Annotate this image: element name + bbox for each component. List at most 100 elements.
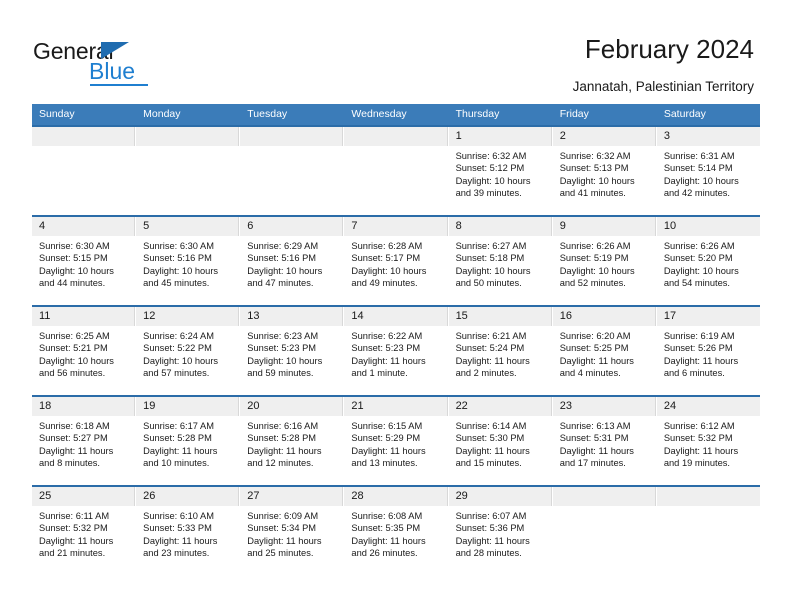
day-cell[interactable]: 25 Sunrise: 6:11 AM Sunset: 5:32 PM Dayl… bbox=[32, 487, 137, 575]
sunset-text: Sunset: 5:21 PM bbox=[39, 343, 108, 354]
calendar-week-row: 25 Sunrise: 6:11 AM Sunset: 5:32 PM Dayl… bbox=[32, 485, 760, 575]
day-cell[interactable]: 22 Sunrise: 6:14 AM Sunset: 5:30 PM Dayl… bbox=[448, 397, 553, 485]
calendar-table: Sunday Monday Tuesday Wednesday Thursday… bbox=[32, 104, 760, 575]
day-cell[interactable]: 21 Sunrise: 6:15 AM Sunset: 5:29 PM Dayl… bbox=[344, 397, 449, 485]
daylight-text-line1: Daylight: 11 hours bbox=[559, 445, 634, 456]
day-cell[interactable]: 7 Sunrise: 6:28 AM Sunset: 5:17 PM Dayli… bbox=[344, 217, 449, 305]
day-details: Sunrise: 6:26 AM Sunset: 5:19 PM Dayligh… bbox=[553, 236, 656, 290]
day-details: Sunrise: 6:18 AM Sunset: 5:27 PM Dayligh… bbox=[32, 416, 135, 470]
sunrise-text: Sunrise: 6:10 AM bbox=[143, 511, 214, 521]
day-cell[interactable] bbox=[344, 127, 449, 215]
page-header: General Blue February 2024 Jannatah, Pal… bbox=[0, 0, 792, 104]
day-cell[interactable]: 6 Sunrise: 6:29 AM Sunset: 5:16 PM Dayli… bbox=[240, 217, 345, 305]
day-cell[interactable]: 2 Sunrise: 6:32 AM Sunset: 5:13 PM Dayli… bbox=[552, 127, 657, 215]
day-details: Sunrise: 6:24 AM Sunset: 5:22 PM Dayligh… bbox=[136, 326, 239, 380]
day-cell[interactable]: 29 Sunrise: 6:07 AM Sunset: 5:36 PM Dayl… bbox=[448, 487, 553, 575]
sunset-text: Sunset: 5:23 PM bbox=[247, 343, 317, 354]
day-cell[interactable]: 15 Sunrise: 6:21 AM Sunset: 5:24 PM Dayl… bbox=[448, 307, 553, 395]
day-cell[interactable]: 26 Sunrise: 6:10 AM Sunset: 5:33 PM Dayl… bbox=[136, 487, 241, 575]
day-cell[interactable]: 28 Sunrise: 6:08 AM Sunset: 5:35 PM Dayl… bbox=[344, 487, 449, 575]
day-details: Sunrise: 6:32 AM Sunset: 5:12 PM Dayligh… bbox=[449, 146, 552, 200]
day-cell[interactable]: 3 Sunrise: 6:31 AM Sunset: 5:14 PM Dayli… bbox=[656, 127, 760, 215]
day-cell[interactable]: 12 Sunrise: 6:24 AM Sunset: 5:22 PM Dayl… bbox=[136, 307, 241, 395]
day-cell[interactable]: 19 Sunrise: 6:17 AM Sunset: 5:28 PM Dayl… bbox=[136, 397, 241, 485]
day-number: 15 bbox=[448, 307, 552, 326]
day-cell[interactable]: 13 Sunrise: 6:23 AM Sunset: 5:23 PM Dayl… bbox=[240, 307, 345, 395]
day-cell[interactable]: 1 Sunrise: 6:32 AM Sunset: 5:12 PM Dayli… bbox=[448, 127, 553, 215]
sunset-text: Sunset: 5:26 PM bbox=[663, 343, 733, 354]
daylight-text-line1: Daylight: 11 hours bbox=[663, 445, 739, 456]
sunrise-text: Sunrise: 6:11 AM bbox=[39, 511, 110, 521]
sunset-text: Sunset: 5:36 PM bbox=[455, 523, 525, 534]
day-cell[interactable]: 16 Sunrise: 6:20 AM Sunset: 5:25 PM Dayl… bbox=[552, 307, 657, 395]
day-cell[interactable]: 27 Sunrise: 6:09 AM Sunset: 5:34 PM Dayl… bbox=[240, 487, 345, 575]
day-number: 11 bbox=[32, 307, 136, 326]
brand-underline bbox=[90, 84, 148, 86]
day-details bbox=[240, 146, 343, 150]
sunset-text: Sunset: 5:14 PM bbox=[663, 163, 733, 174]
daylight-text-line2: and 10 minutes. bbox=[143, 458, 210, 469]
brand-logo[interactable]: General Blue bbox=[33, 38, 213, 86]
sunrise-text: Sunrise: 6:30 AM bbox=[39, 241, 110, 251]
day-details: Sunrise: 6:25 AM Sunset: 5:21 PM Dayligh… bbox=[32, 326, 135, 380]
page-title: February 2024 bbox=[584, 34, 754, 64]
daylight-text-line1: Daylight: 11 hours bbox=[351, 445, 426, 456]
day-cell[interactable]: 8 Sunrise: 6:27 AM Sunset: 5:18 PM Dayli… bbox=[448, 217, 553, 305]
sunrise-text: Sunrise: 6:32 AM bbox=[559, 151, 631, 161]
day-cell[interactable]: 24 Sunrise: 6:12 AM Sunset: 5:32 PM Dayl… bbox=[656, 397, 760, 485]
day-cell[interactable] bbox=[136, 127, 241, 215]
day-number: 26 bbox=[136, 487, 240, 506]
sunrise-text: Sunrise: 6:25 AM bbox=[39, 331, 110, 341]
day-cell[interactable]: 5 Sunrise: 6:30 AM Sunset: 5:16 PM Dayli… bbox=[136, 217, 241, 305]
day-cell[interactable] bbox=[552, 487, 657, 575]
day-number: 24 bbox=[656, 397, 760, 416]
daylight-text-line1: Daylight: 10 hours bbox=[39, 265, 114, 276]
day-number: 21 bbox=[344, 397, 448, 416]
sunset-text: Sunset: 5:30 PM bbox=[455, 433, 525, 444]
day-number: 6 bbox=[240, 217, 344, 236]
day-details bbox=[136, 146, 239, 150]
daylight-text-line1: Daylight: 10 hours bbox=[143, 355, 219, 366]
daylight-text-line1: Daylight: 10 hours bbox=[559, 265, 635, 276]
brand-name-blue: Blue bbox=[89, 58, 136, 84]
daylight-text-line2: and 25 minutes. bbox=[247, 548, 314, 559]
daylight-text-line1: Daylight: 11 hours bbox=[351, 355, 426, 366]
day-cell[interactable]: 20 Sunrise: 6:16 AM Sunset: 5:28 PM Dayl… bbox=[240, 397, 345, 485]
day-details: Sunrise: 6:32 AM Sunset: 5:13 PM Dayligh… bbox=[553, 146, 656, 200]
day-cell[interactable]: 9 Sunrise: 6:26 AM Sunset: 5:19 PM Dayli… bbox=[552, 217, 657, 305]
sunrise-text: Sunrise: 6:07 AM bbox=[455, 511, 527, 521]
day-details: Sunrise: 6:21 AM Sunset: 5:24 PM Dayligh… bbox=[449, 326, 552, 380]
day-cell[interactable]: 18 Sunrise: 6:18 AM Sunset: 5:27 PM Dayl… bbox=[32, 397, 137, 485]
day-cell[interactable]: 14 Sunrise: 6:22 AM Sunset: 5:23 PM Dayl… bbox=[344, 307, 449, 395]
daylight-text-line2: and 13 minutes. bbox=[351, 458, 418, 469]
day-cell[interactable]: 23 Sunrise: 6:13 AM Sunset: 5:31 PM Dayl… bbox=[552, 397, 657, 485]
day-cell[interactable] bbox=[240, 127, 345, 215]
calendar-week-row: 4 Sunrise: 6:30 AM Sunset: 5:15 PM Dayli… bbox=[32, 215, 760, 305]
sunset-text: Sunset: 5:17 PM bbox=[351, 253, 421, 264]
daylight-text-line2: and 39 minutes. bbox=[455, 188, 522, 199]
day-number bbox=[552, 487, 656, 506]
day-cell[interactable]: 10 Sunrise: 6:26 AM Sunset: 5:20 PM Dayl… bbox=[656, 217, 760, 305]
day-number: 12 bbox=[136, 307, 240, 326]
day-number bbox=[344, 127, 448, 146]
day-number bbox=[136, 127, 240, 146]
daylight-text-line1: Daylight: 11 hours bbox=[39, 445, 114, 456]
sunset-text: Sunset: 5:20 PM bbox=[663, 253, 733, 264]
day-details: Sunrise: 6:17 AM Sunset: 5:28 PM Dayligh… bbox=[136, 416, 239, 470]
daylight-text-line2: and 44 minutes. bbox=[39, 278, 106, 289]
daylight-text-line1: Daylight: 10 hours bbox=[143, 265, 219, 276]
sunrise-text: Sunrise: 6:17 AM bbox=[143, 421, 214, 431]
day-cell[interactable]: 17 Sunrise: 6:19 AM Sunset: 5:26 PM Dayl… bbox=[656, 307, 760, 395]
day-number: 23 bbox=[552, 397, 656, 416]
daylight-text-line1: Daylight: 10 hours bbox=[663, 175, 739, 186]
day-cell[interactable] bbox=[32, 127, 137, 215]
day-details: Sunrise: 6:31 AM Sunset: 5:14 PM Dayligh… bbox=[657, 146, 760, 200]
day-details bbox=[657, 506, 760, 510]
day-cell[interactable] bbox=[656, 487, 760, 575]
day-cell[interactable]: 11 Sunrise: 6:25 AM Sunset: 5:21 PM Dayl… bbox=[32, 307, 137, 395]
day-cell[interactable]: 4 Sunrise: 6:30 AM Sunset: 5:15 PM Dayli… bbox=[32, 217, 137, 305]
page-subtitle: Jannatah, Palestinian Territory bbox=[572, 79, 754, 94]
sunrise-text: Sunrise: 6:12 AM bbox=[663, 421, 735, 431]
daylight-text-line1: Daylight: 11 hours bbox=[559, 355, 634, 366]
sunrise-text: Sunrise: 6:30 AM bbox=[143, 241, 214, 251]
